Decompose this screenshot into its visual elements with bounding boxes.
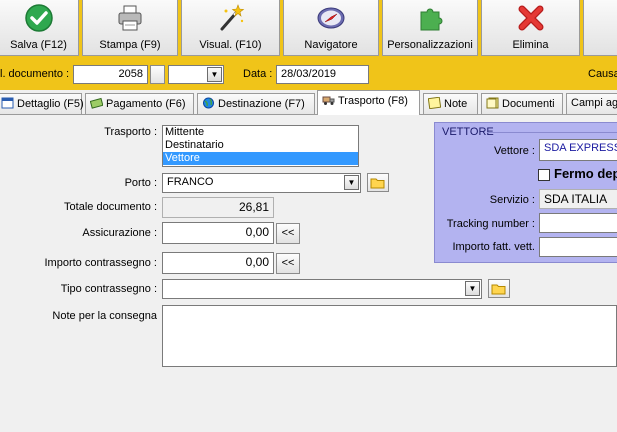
vettore-group-line [487,132,617,133]
porto-lookup-button[interactable] [367,173,389,192]
tab-trasporto[interactable]: Trasporto (F8) [317,90,420,115]
checkmark-icon [24,4,53,32]
servizio-value: SDA ITALIA [539,189,617,209]
totale-documento-value: 26,81 [162,197,274,218]
print-button-label: Stampa (F9) [99,39,161,51]
fermo-deposito-checkbox[interactable] [538,169,550,181]
porto-label: Porto : [124,177,157,189]
note-consegna-label: Note per la consegna [52,310,157,322]
document-header: l. documento : 2058 ▼ Data : 28/03/2019 … [0,57,617,90]
delete-x-icon [518,5,543,31]
tab-destinazione-label: Destinazione (F7) [218,98,305,110]
causale-label: Causa [588,68,617,80]
tipo-contrassegno-dropdown[interactable]: ▼ [162,279,482,299]
trasporto-option-vettore[interactable]: Vettore [163,152,358,165]
porto-dropdown[interactable]: FRANCO ▼ [162,173,361,193]
truck-icon [322,96,335,105]
delete-button[interactable]: Elimina [481,0,580,56]
assicurazione-label: Assicurazione : [82,227,157,239]
save-button[interactable]: Salva (F12) [0,0,79,56]
tab-note-label: Note [444,98,468,110]
tab-trasporto-label: Trasporto (F8) [338,95,408,107]
tracking-number-label: Tracking number : [446,218,535,230]
tab-documenti-label: Documenti [502,98,555,110]
date-label: Data : [243,68,273,80]
customizations-button[interactable]: Personalizzazioni [382,0,478,56]
tab-campi-aggiuntivi-label: Campi agg [571,97,617,109]
importo-fatt-vett-input[interactable] [539,237,617,257]
tab-pagamento-label: Pagamento (F6) [106,98,186,110]
vettore-label: Vettore : [494,145,535,157]
money-icon [90,97,103,109]
print-button[interactable]: Stampa (F9) [82,0,178,56]
chevron-down-icon[interactable]: ▼ [465,281,480,296]
navigator-button[interactable]: Navigatore [283,0,379,56]
tab-dettaglio-label: Dettaglio (F5) [17,98,84,110]
tab-dettaglio[interactable]: Dettaglio (F5) [0,93,84,114]
contrassegno-copy-button[interactable]: << [276,253,300,274]
folder-icon [370,178,385,189]
tab-campi-aggiuntivi[interactable]: Campi agg [566,93,617,114]
customizations-button-label: Personalizzazioni [387,39,473,51]
magic-wand-icon [220,4,244,31]
tab-pagamento[interactable]: Pagamento (F6) [85,93,194,114]
importo-contrassegno-input[interactable]: 0,00 [162,252,274,274]
printer-icon [118,5,142,31]
fermo-deposito-label: Fermo dep [554,166,617,181]
note-consegna-textarea[interactable] [162,305,617,367]
preview-button-label: Visual. (F10) [199,39,262,51]
tab-destinazione[interactable]: Destinazione (F7) [197,93,315,114]
trasporto-option-mittente[interactable]: Mittente [163,126,358,139]
folder-icon [491,284,506,295]
navigator-button-label: Navigatore [304,39,358,51]
tracking-number-input[interactable] [539,213,617,233]
tipo-contrassegno-label: Tipo contrassegno : [60,283,157,295]
assicurazione-input[interactable]: 0,00 [162,222,274,244]
vettore-input[interactable]: SDA EXPRESS C [539,139,617,161]
doc-number-label: l. documento : [0,68,70,80]
tab-note[interactable]: Note [423,93,478,114]
importo-contrassegno-label: Importo contrassegno : [44,257,157,269]
chevron-down-icon[interactable]: ▼ [207,67,222,82]
tab-bar: Dettaglio (F5) Pagamento (F6) Destinazio… [0,90,617,115]
puzzle-icon [420,8,443,31]
vettore-legend: VETTORE [442,126,494,138]
chevron-down-icon[interactable]: ▼ [344,175,359,190]
save-button-label: Salva (F12) [10,39,67,51]
preview-button[interactable]: Visual. (F10) [181,0,280,56]
delete-button-label: Elimina [512,39,549,51]
assicurazione-copy-button[interactable]: << [276,223,300,244]
toolbar: Salva (F12) Stampa (F9) Visual. (F10) Na… [0,0,617,57]
vettore-groupbox: VETTORE Vettore : SDA EXPRESS C Fermo de… [434,122,617,263]
porto-value: FRANCO [167,176,214,188]
servizio-label: Servizio : [489,194,535,206]
more-toolbar-button[interactable] [583,0,617,56]
globe-icon [203,97,214,109]
importo-fatt-vett-label: Importo fatt. vett. [452,241,535,253]
totale-documento-label: Totale documento : [64,201,157,213]
compass-icon [317,7,345,29]
trasporto-listbox[interactable]: Mittente Destinatario Vettore [162,125,359,167]
detail-icon [1,97,14,109]
trasporto-label: Trasporto : [104,126,157,138]
date-input[interactable]: 28/03/2019 [276,65,369,84]
documents-icon [486,97,499,109]
tab-documenti[interactable]: Documenti [481,93,563,114]
doc-number-input[interactable]: 2058 [73,65,148,84]
doc-series-dropdown[interactable]: ▼ [168,65,224,84]
trasporto-option-destinatario[interactable]: Destinatario [163,139,358,152]
doc-number-suffix-button[interactable] [150,65,165,84]
tipo-contrassegno-lookup-button[interactable] [488,279,510,298]
note-icon [428,97,441,109]
